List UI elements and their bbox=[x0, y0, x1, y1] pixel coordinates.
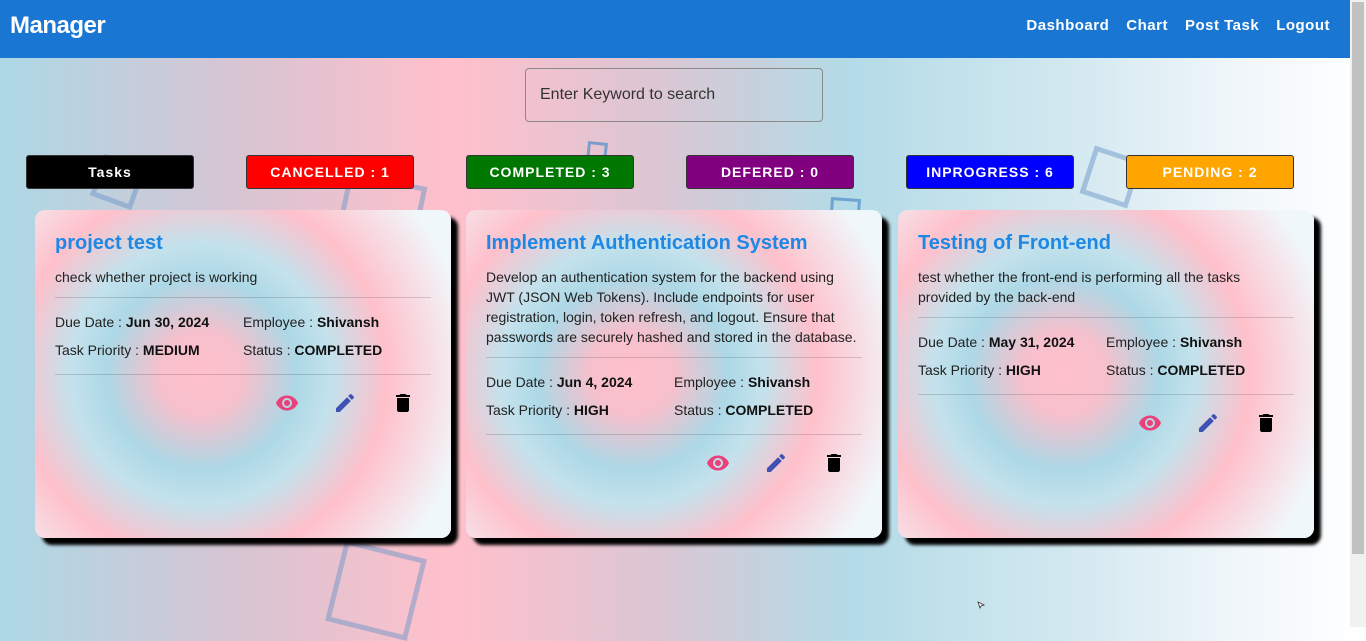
trash-icon bbox=[1259, 414, 1273, 432]
task-title: Testing of Front-end bbox=[918, 232, 1111, 254]
scrollbar-thumb[interactable] bbox=[1352, 2, 1364, 554]
due-date-value: Jun 30, 2024 bbox=[125, 314, 210, 330]
priority-value: MEDIUM bbox=[142, 342, 200, 358]
priority-field: Task Priority : HIGH bbox=[486, 396, 674, 424]
status-field: Status : COMPLETED bbox=[1106, 356, 1294, 384]
due-date-value: Jun 4, 2024 bbox=[556, 374, 633, 390]
employee-label: Employee : bbox=[1106, 334, 1177, 350]
cancelled-count-chip[interactable]: CANCELLED : 1 bbox=[246, 155, 414, 189]
due-date-field: Due Date : May 31, 2024 bbox=[918, 328, 1106, 356]
task-description: Develop an authentication system for the… bbox=[486, 269, 857, 345]
task-description: test whether the front-end is performing… bbox=[918, 269, 1241, 305]
main-nav: Dashboard Chart Post Task Logout bbox=[1009, 17, 1330, 34]
view-task-button[interactable] bbox=[273, 389, 301, 417]
employee-value: Shivansh bbox=[316, 314, 380, 330]
delete-task-button[interactable] bbox=[1252, 409, 1280, 437]
employee-field: Employee : Shivansh bbox=[243, 308, 431, 336]
card-divider bbox=[55, 297, 431, 298]
task-description: check whether project is working bbox=[55, 269, 258, 285]
status-field: Status : COMPLETED bbox=[674, 396, 862, 424]
nav-chart-link[interactable]: Chart bbox=[1126, 17, 1168, 34]
employee-label: Employee : bbox=[674, 374, 745, 390]
pencil-icon bbox=[767, 453, 786, 472]
top-app-bar: Manager Dashboard Chart Post Task Logout bbox=[0, 0, 1350, 58]
priority-label: Task Priority : bbox=[55, 342, 140, 358]
employee-label: Employee : bbox=[243, 314, 314, 330]
task-title: Implement Authentication System bbox=[486, 232, 808, 254]
due-date-value: May 31, 2024 bbox=[988, 334, 1075, 350]
due-date-label: Due Date : bbox=[918, 334, 985, 350]
brand-title: Manager bbox=[10, 12, 106, 39]
mouse-cursor bbox=[977, 596, 986, 610]
trash-icon bbox=[396, 394, 410, 412]
priority-label: Task Priority : bbox=[918, 362, 1003, 378]
task-meta: Due Date : Jun 4, 2024 Employee : Shivan… bbox=[486, 368, 862, 424]
employee-value: Shivansh bbox=[1179, 334, 1243, 350]
task-meta: Due Date : Jun 30, 2024 Employee : Shiva… bbox=[55, 308, 431, 364]
trash-icon bbox=[827, 454, 841, 472]
card-divider bbox=[918, 317, 1294, 318]
task-card: project test check whether project is wo… bbox=[35, 210, 451, 538]
nav-post-task-link[interactable]: Post Task bbox=[1185, 17, 1259, 34]
edit-task-button[interactable] bbox=[331, 389, 359, 417]
status-field: Status : COMPLETED bbox=[243, 336, 431, 364]
priority-value: HIGH bbox=[573, 402, 609, 418]
search-input[interactable] bbox=[525, 68, 823, 122]
card-divider bbox=[55, 374, 431, 375]
nav-dashboard-link[interactable]: Dashboard bbox=[1026, 17, 1109, 34]
employee-field: Employee : Shivansh bbox=[674, 368, 862, 396]
eye-icon bbox=[1139, 415, 1161, 431]
completed-count-chip[interactable]: COMPLETED : 3 bbox=[466, 155, 634, 189]
status-label: Status : bbox=[674, 402, 722, 418]
due-date-field: Due Date : Jun 30, 2024 bbox=[55, 308, 243, 336]
priority-label: Task Priority : bbox=[486, 402, 571, 418]
employee-field: Employee : Shivansh bbox=[1106, 328, 1294, 356]
priority-field: Task Priority : MEDIUM bbox=[55, 336, 243, 364]
view-task-button[interactable] bbox=[1136, 409, 1164, 437]
due-date-label: Due Date : bbox=[55, 314, 122, 330]
delete-task-button[interactable] bbox=[389, 389, 417, 417]
inprogress-count-chip[interactable]: INPROGRESS : 6 bbox=[906, 155, 1074, 189]
status-value: COMPLETED bbox=[1157, 362, 1246, 378]
task-card: Testing of Front-end test whether the fr… bbox=[898, 210, 1314, 538]
pencil-icon bbox=[1199, 413, 1218, 432]
card-actions bbox=[486, 449, 862, 477]
due-date-label: Due Date : bbox=[486, 374, 553, 390]
card-divider bbox=[486, 357, 862, 358]
view-task-button[interactable] bbox=[704, 449, 732, 477]
card-divider bbox=[918, 394, 1294, 395]
status-label: Status : bbox=[1106, 362, 1154, 378]
task-meta: Due Date : May 31, 2024 Employee : Shiva… bbox=[918, 328, 1294, 384]
edit-task-button[interactable] bbox=[762, 449, 790, 477]
eye-icon bbox=[707, 455, 729, 471]
task-title: project test bbox=[55, 232, 163, 254]
employee-value: Shivansh bbox=[747, 374, 811, 390]
pencil-icon bbox=[336, 393, 355, 412]
task-card: Implement Authentication System Develop … bbox=[466, 210, 882, 538]
decorative-square bbox=[325, 539, 427, 641]
priority-field: Task Priority : HIGH bbox=[918, 356, 1106, 384]
status-value: COMPLETED bbox=[294, 342, 383, 358]
eye-icon bbox=[276, 395, 298, 411]
deferred-count-chip[interactable]: DEFERED : 0 bbox=[686, 155, 854, 189]
pending-count-chip[interactable]: PENDING : 2 bbox=[1126, 155, 1294, 189]
due-date-field: Due Date : Jun 4, 2024 bbox=[486, 368, 674, 396]
delete-task-button[interactable] bbox=[820, 449, 848, 477]
edit-task-button[interactable] bbox=[1194, 409, 1222, 437]
status-value: COMPLETED bbox=[725, 402, 814, 418]
card-actions bbox=[55, 389, 431, 417]
status-label: Status : bbox=[243, 342, 291, 358]
card-actions bbox=[918, 409, 1294, 437]
nav-logout-link[interactable]: Logout bbox=[1276, 17, 1330, 34]
page-scrollbar[interactable] bbox=[1350, 0, 1366, 627]
card-divider bbox=[486, 434, 862, 435]
tasks-chip[interactable]: Tasks bbox=[26, 155, 194, 189]
priority-value: HIGH bbox=[1005, 362, 1041, 378]
